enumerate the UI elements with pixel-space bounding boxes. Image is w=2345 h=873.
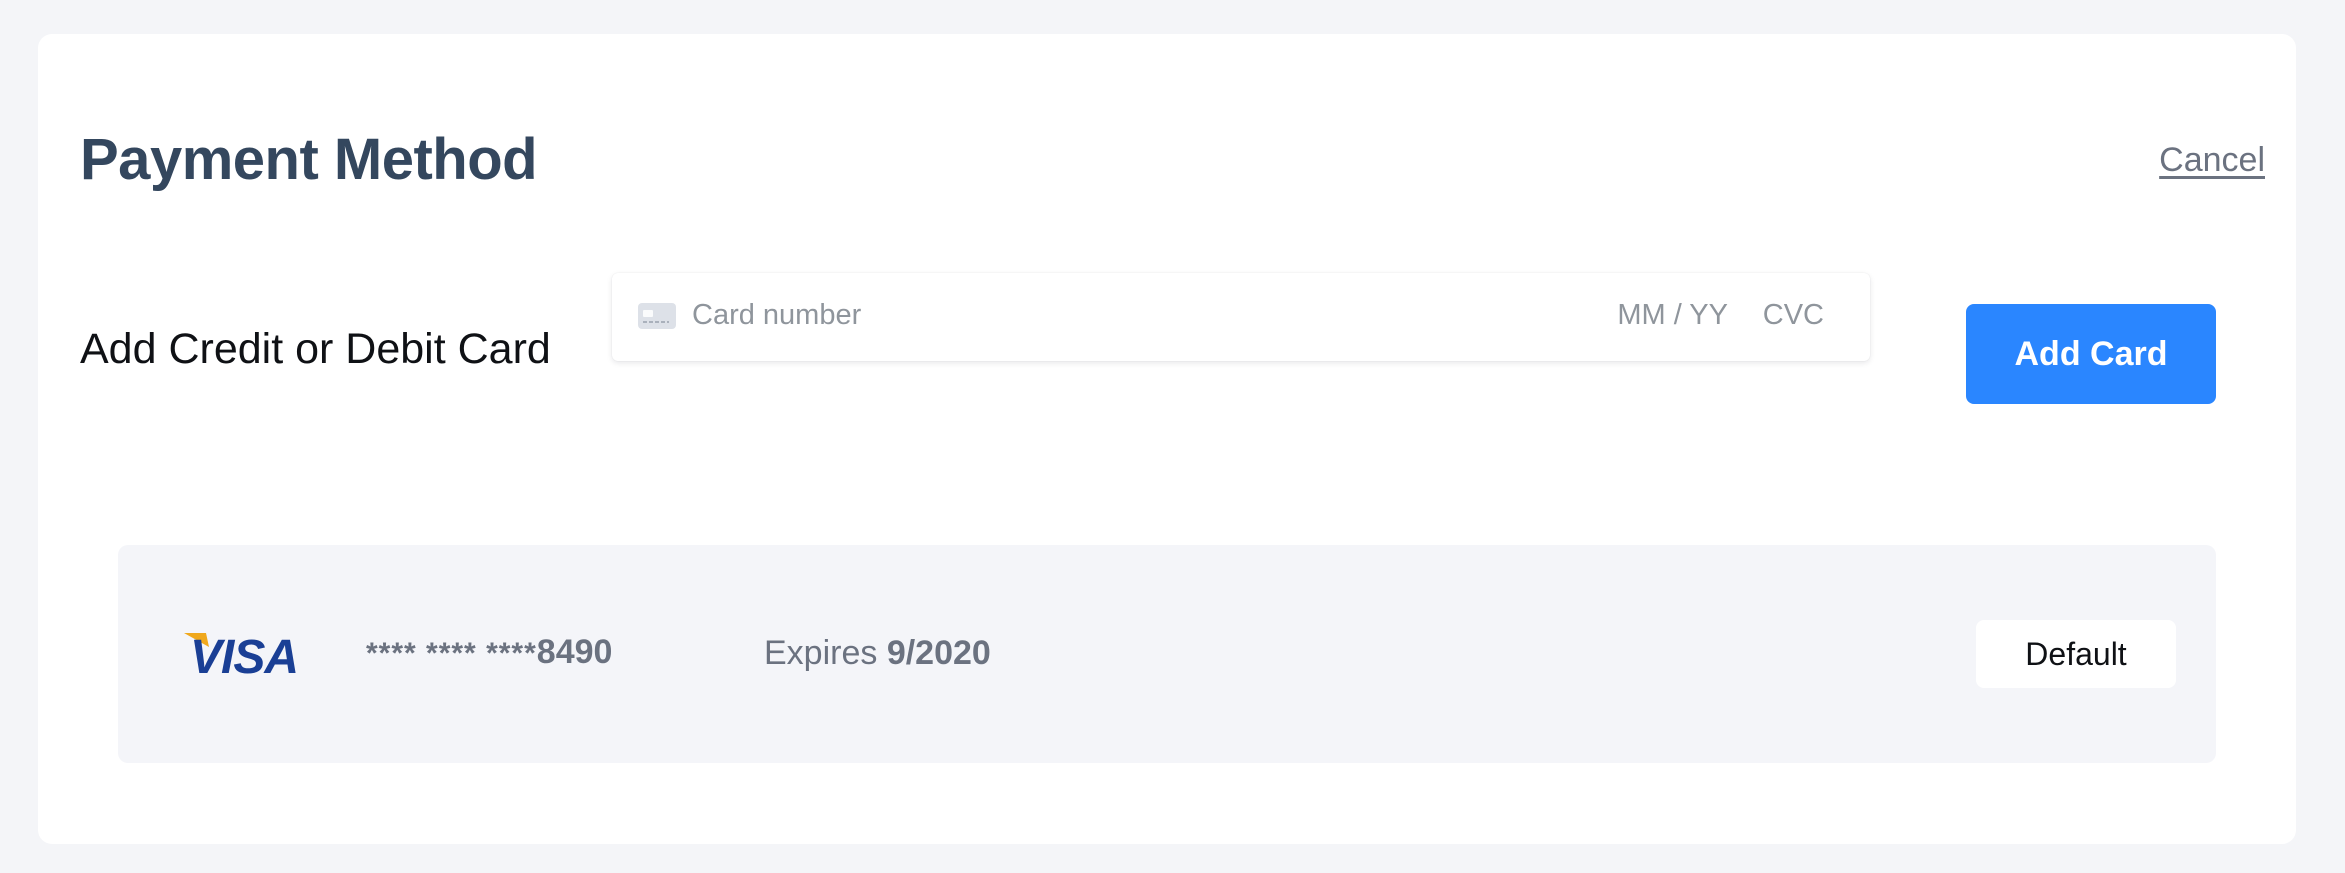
card-expiry: Expires 9/2020 bbox=[764, 634, 991, 673]
masked-digits: **** **** **** bbox=[366, 637, 537, 670]
card-input-field[interactable] bbox=[612, 273, 1870, 361]
card-number-input[interactable] bbox=[692, 299, 1292, 332]
expires-value: 9/2020 bbox=[886, 634, 991, 672]
masked-card-number: **** **** **** 8490 bbox=[366, 633, 612, 672]
cancel-link[interactable]: Cancel bbox=[2159, 141, 2265, 180]
svg-text:VISA: VISA bbox=[190, 631, 298, 681]
cvc-input[interactable] bbox=[1744, 299, 1824, 332]
saved-card-row: VISA **** **** **** 8490 Expires 9/2020 … bbox=[118, 545, 2216, 763]
default-badge: Default bbox=[1976, 620, 2176, 688]
expires-label: Expires bbox=[764, 634, 887, 672]
page-title: Payment Method bbox=[80, 127, 538, 192]
card-last4: 8490 bbox=[536, 633, 613, 671]
add-card-button[interactable]: Add Card bbox=[1966, 304, 2216, 404]
credit-card-icon bbox=[638, 303, 676, 329]
add-card-label: Add Credit or Debit Card bbox=[80, 325, 551, 373]
expiry-input[interactable] bbox=[1608, 299, 1728, 332]
visa-logo: VISA bbox=[184, 631, 299, 681]
